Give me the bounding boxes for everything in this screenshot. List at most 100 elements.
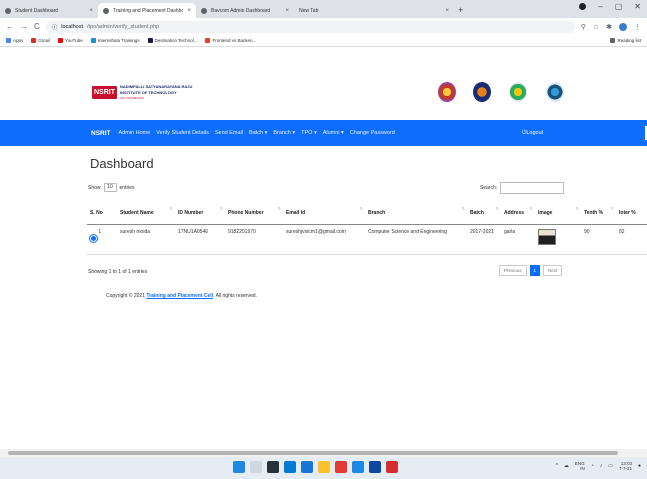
bookmark-internshala[interactable]: Internshala Trainings [90, 38, 140, 43]
task-view-icon[interactable] [267, 461, 279, 473]
next-button[interactable]: Next [543, 265, 563, 276]
cell-tenth: 90 [581, 224, 616, 255]
nav-send-email[interactable]: Send Email [215, 130, 243, 136]
close-icon[interactable]: × [445, 8, 449, 14]
minimize-icon[interactable]: – [598, 2, 602, 11]
browser-tab-training-placement[interactable]: Training and Placement Dashbo... × [98, 3, 196, 18]
onedrive-icon[interactable]: ☁ [564, 463, 569, 469]
close-icon[interactable]: × [285, 8, 289, 14]
windows-start-icon[interactable] [233, 461, 245, 473]
chrome-icon[interactable] [335, 461, 347, 473]
battery-icon[interactable]: ▭ [608, 463, 613, 469]
url-field[interactable]: ⓘ localhost/tpo/admin/verify_student.php [45, 20, 575, 33]
volume-icon[interactable]: ♪ [600, 463, 603, 469]
chevron-up-icon[interactable]: ^ [556, 463, 558, 469]
reload-icon[interactable]: C [34, 22, 40, 31]
scrollbar-thumb[interactable] [8, 451, 618, 455]
nav-tpo-dropdown[interactable]: TPO ▾ [301, 130, 317, 136]
column-label: Inter % [619, 209, 636, 216]
column-label: Batch [470, 209, 484, 216]
browser-tab-new-tab[interactable]: New Tab × [294, 3, 454, 18]
edge-icon[interactable] [301, 461, 313, 473]
bookmark-frontend[interactable]: Frontend vs Backen... [205, 38, 256, 43]
destination-icon [147, 38, 153, 43]
table-header-row: S. No Student Name ⇅ ID Number ⇅ Phone Num… [87, 202, 647, 225]
nav-branch-dropdown[interactable]: Branch ▾ [273, 130, 295, 136]
cell-phone-number: 9182201970 [225, 224, 283, 255]
mail-icon[interactable] [369, 461, 381, 473]
col-address[interactable]: Address ⇅ [501, 202, 535, 225]
info-icon[interactable]: ⓘ [52, 23, 58, 31]
wifi-icon[interactable]: ◔ [591, 463, 594, 469]
bookmark-youtube[interactable]: YouTube [58, 38, 83, 43]
col-email[interactable]: Email Id ⇅ [283, 202, 365, 225]
footer-link[interactable]: Training and Placement Cell [146, 293, 213, 299]
file-explorer-icon[interactable] [318, 461, 330, 473]
sort-icon: ⇅ [277, 206, 281, 211]
star-icon[interactable]: ☆ [593, 23, 599, 31]
bookmark-destination[interactable]: Destination Technol... [147, 38, 198, 43]
col-id-number[interactable]: ID Number ⇅ [175, 202, 225, 225]
address-bar-row: ← → C ⓘ localhost/tpo/admin/verify_stude… [0, 18, 647, 35]
col-branch[interactable]: Branch ⇅ [365, 202, 467, 225]
close-window-icon[interactable]: ✕ [634, 2, 641, 11]
entries-length-control: Show 10 entries [88, 183, 135, 192]
horizontal-scrollbar[interactable] [0, 449, 647, 457]
pagination: Previous 1 Next [499, 265, 563, 276]
page-1-button[interactable]: 1 [529, 265, 541, 276]
browser-tab-bavcom-admin[interactable]: Bavcom Admin Dashboard × [196, 3, 294, 18]
reading-list[interactable]: Reading list [610, 38, 641, 43]
col-tenth[interactable]: Tenth % ⇅ [581, 202, 616, 225]
nav-change-password[interactable]: Change Password [350, 130, 395, 136]
col-student-name[interactable]: Student Name ⇅ [117, 202, 175, 225]
search-icon[interactable] [250, 461, 262, 473]
extensions-icon[interactable]: ✱ [606, 23, 612, 31]
menu-icon[interactable]: ⋮ [634, 23, 641, 31]
table-row: 1 suresh moida 17NU1A0546 9182201970 sur… [87, 224, 647, 255]
widgets-icon[interactable] [284, 461, 296, 473]
close-icon[interactable]: × [89, 8, 93, 14]
nav-brand[interactable]: NSRIT [91, 130, 111, 137]
new-tab-button[interactable]: + [458, 3, 463, 18]
close-icon[interactable]: × [187, 8, 191, 14]
article-icon [205, 38, 211, 43]
table-info: Showing 1 to 1 of 1 entries [88, 269, 148, 275]
cell-image [535, 224, 581, 255]
search-input[interactable] [500, 182, 565, 194]
language-indicator[interactable]: ENG IN [575, 461, 585, 471]
col-inter[interactable]: Inter % [616, 202, 647, 225]
sort-icon: ⇅ [169, 206, 173, 211]
zoom-icon[interactable]: ⚲ [581, 23, 586, 31]
student-photo[interactable] [538, 228, 556, 245]
nav-alumni-dropdown[interactable]: Alumni ▾ [323, 130, 344, 136]
nav-batch-dropdown[interactable]: Batch ▾ [249, 130, 267, 136]
col-batch[interactable]: Batch ⇅ [467, 202, 501, 225]
clock[interactable]: 13:03 7-7-21 [619, 461, 632, 471]
bookmark-apps[interactable]: Apps [6, 38, 23, 43]
app-icon[interactable] [386, 461, 398, 473]
nav-admin-home[interactable]: Admin Home [119, 130, 151, 136]
col-image[interactable]: Image ⇅ [535, 202, 581, 225]
nav-verify-student-details[interactable]: Verify Student Details [156, 130, 209, 136]
back-icon[interactable]: ← [6, 22, 14, 31]
forward-icon[interactable]: → [20, 22, 28, 31]
bookmark-gmail[interactable]: Gmail [31, 38, 50, 43]
col-phone-number[interactable]: Phone Number ⇅ [225, 202, 283, 225]
entries-select[interactable]: 10 [103, 183, 117, 192]
tab-label: Training and Placement Dashbo... [113, 7, 184, 14]
nav-menu: Admin Home Verify Student Details Send E… [119, 130, 395, 136]
browser-tab-student-dashboard[interactable]: Student Dashboard × [0, 3, 98, 18]
store-icon[interactable] [352, 461, 364, 473]
notification-icon[interactable]: ● [638, 463, 641, 469]
expand-row-icon[interactable] [90, 234, 97, 242]
url-path: /tpo/admin/verify_student.php [87, 23, 160, 30]
bookmark-label: Destination Technol... [154, 38, 198, 43]
institute-name: NADIMPALLI SATYANARAYANA RAJU INSTITUTE … [120, 84, 192, 100]
previous-button[interactable]: Previous [499, 265, 527, 276]
profile-icon[interactable] [579, 3, 587, 10]
maximize-icon[interactable]: ▢ [615, 2, 623, 11]
extension-badge-icon[interactable] [619, 22, 627, 31]
emblem-2-icon [473, 82, 491, 102]
logout-button[interactable]: ⏻Logout [522, 120, 543, 146]
col-sno[interactable]: S. No [87, 202, 117, 225]
